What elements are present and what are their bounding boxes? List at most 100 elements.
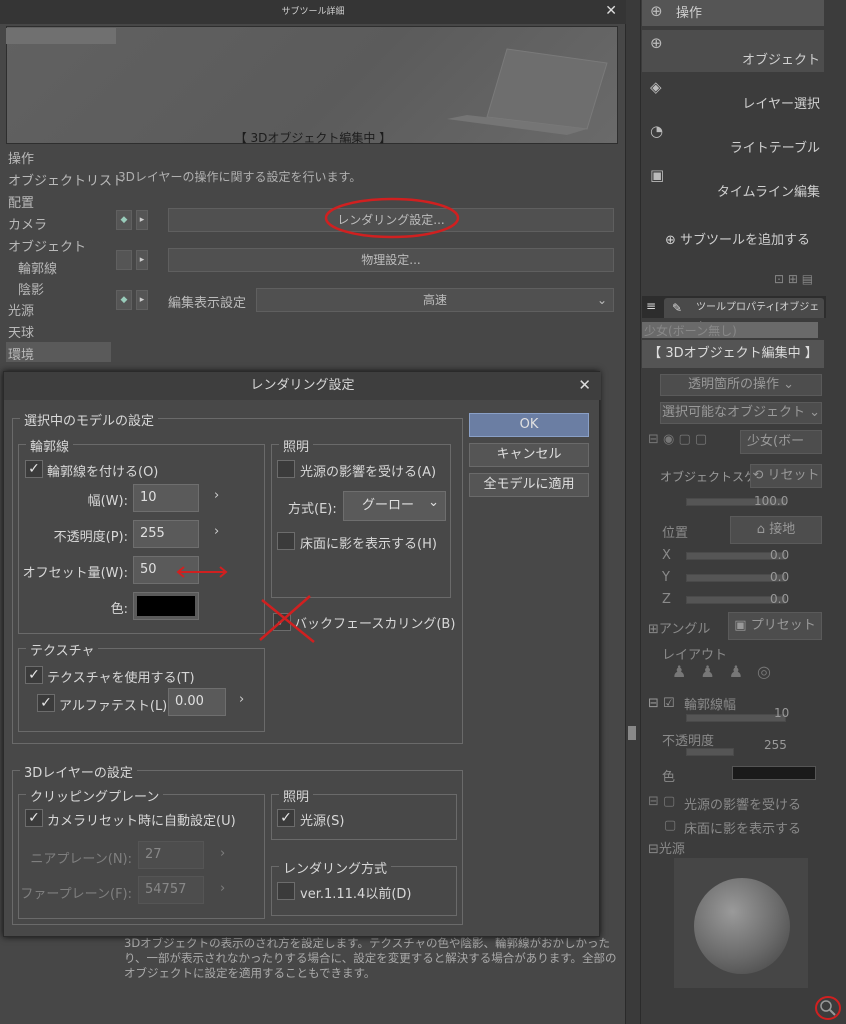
object-row-icons[interactable]: ⊟ ◉ ▢ ▢ [648, 432, 707, 447]
transparent-op-select[interactable]: 透明箇所の操作 ⌄ [660, 374, 822, 396]
alpha-test-checkbox[interactable]: ✓ [37, 694, 55, 712]
method-label: 方式(E): [288, 502, 337, 517]
expand-icon-3[interactable]: ▸ [136, 290, 148, 310]
receive-light-checkbox[interactable] [277, 460, 295, 478]
link-icon[interactable]: ◆ [116, 210, 132, 230]
tool-light-table[interactable]: ◔ ライトテーブル [642, 118, 824, 160]
opacity-slider[interactable] [686, 748, 734, 756]
layout-buttons[interactable]: ♟♟♟◎ [672, 662, 785, 681]
x-label: X [662, 548, 671, 563]
edit-display-label: 編集表示設定 [168, 296, 247, 311]
tool-layer-select[interactable]: ◈ レイヤー選択 [642, 74, 824, 116]
window-close-button[interactable]: ✕ [605, 3, 617, 19]
splitter-handle[interactable] [628, 726, 636, 740]
legacy-checkbox[interactable] [277, 882, 295, 900]
legacy-label: ver.1.11.4以前(D) [300, 887, 412, 902]
method-select[interactable]: グーロー ⌄ [343, 491, 446, 521]
model-settings-title: 選択中のモデルの設定 [20, 410, 159, 429]
opacity-arrow[interactable]: › [214, 524, 219, 539]
alpha-input[interactable]: 0.00 [168, 688, 226, 716]
category-light-source[interactable]: 光源 [8, 300, 34, 319]
category-outline[interactable]: 輪郭線 [18, 258, 57, 277]
color-button[interactable] [133, 592, 199, 620]
add-subtool-button[interactable]: ⊕ サブツールを追加する [665, 229, 810, 248]
y-value[interactable]: 0.0 [770, 570, 789, 584]
auto-camera-label: カメラリセット時に自動設定(U) [47, 814, 236, 829]
category-sky[interactable]: 天球 [8, 322, 34, 341]
use-texture-checkbox[interactable]: ✓ [25, 666, 43, 684]
category-object-list[interactable]: オブジェクトリスト [8, 170, 125, 189]
transparent-op-label: 透明箇所の操作 [687, 377, 779, 392]
category-camera[interactable]: カメラ [8, 214, 47, 233]
alpha-arrow[interactable]: › [239, 692, 244, 707]
floor-shadow-checkbox[interactable]: ▢ [664, 818, 676, 833]
light-source-checkbox[interactable]: ✓ [277, 809, 295, 827]
outline-width-checkbox[interactable]: ⊟ ☑ [648, 696, 675, 711]
selectable-object-select[interactable]: 選択可能なオブジェクト ⌄ [660, 402, 822, 424]
tool-operation[interactable]: ⊕ 操作 [642, 0, 824, 26]
width-arrow[interactable]: › [214, 488, 219, 503]
physics-settings-button[interactable]: 物理設定... [168, 248, 614, 272]
light-sphere[interactable] [694, 878, 790, 974]
reset-button[interactable]: ⟲ リセット [750, 464, 822, 488]
light-table-icon: ◔ [650, 122, 664, 140]
floor-shadow-checkbox[interactable] [277, 532, 295, 550]
expand-icon[interactable]: ▸ [136, 210, 148, 230]
dialog-title: レンダリング設定 [4, 372, 601, 400]
far-plane-label: ファープレーン(F): [20, 887, 132, 902]
z-value[interactable]: 0.0 [770, 592, 789, 606]
menu-icon[interactable]: ≡ [646, 299, 656, 313]
tool-label-object: オブジェクト [741, 53, 820, 68]
cancel-button[interactable]: キャンセル [469, 443, 589, 467]
tool-timeline-edit[interactable]: ▣ タイムライン編集 [642, 162, 824, 204]
category-environment[interactable]: 環境 [8, 344, 34, 363]
ok-button[interactable]: OK [469, 413, 589, 437]
operation-icon: ⊕ [650, 2, 663, 20]
receive-light-checkbox[interactable]: ⊟ ▢ [648, 794, 675, 809]
preset-button[interactable]: ▣ プリセット [728, 612, 822, 640]
red-circle-annotation [324, 197, 460, 239]
tool-property-tab[interactable]: ✎ ツールプロパティ[オブジェクト] [664, 298, 824, 333]
near-plane-input[interactable]: 27 [138, 841, 204, 869]
category-shading[interactable]: 陰影 [18, 279, 44, 298]
width-input[interactable]: 10 [133, 484, 199, 512]
ground-button[interactable]: ⌂ 接地 [730, 516, 822, 544]
far-plane-arrow[interactable]: › [220, 881, 225, 896]
opacity-value[interactable]: 255 [764, 738, 787, 752]
apply-all-button[interactable]: 全モデルに適用 [469, 473, 589, 497]
texture-group-title: テクスチャ [26, 640, 99, 659]
category-operation[interactable]: 操作 [8, 148, 34, 167]
link-icon-3[interactable]: ◆ [116, 290, 132, 310]
x-value[interactable]: 0.0 [770, 548, 789, 562]
opacity-input[interactable]: 255 [133, 520, 199, 548]
object-select[interactable]: 少女(ボー [740, 430, 822, 454]
object-cursor-icon: ⊕ [650, 34, 663, 52]
expand-icon-2[interactable]: ▸ [136, 250, 148, 270]
render-method-title: レンダリング方式 [279, 858, 392, 877]
outline-width-slider[interactable] [686, 714, 786, 722]
tool-label-light-table: ライトテーブル [729, 141, 820, 156]
color-swatch[interactable] [732, 766, 816, 780]
method-value: グーロー [362, 498, 415, 513]
dialog-close-button[interactable]: ✕ [578, 376, 591, 394]
angle-text: アングル [658, 622, 711, 637]
laptop-preview-icon [447, 48, 608, 135]
chevron-down-icon: ⌄ [428, 495, 439, 510]
apply-outline-checkbox[interactable]: ✓ [25, 460, 43, 478]
position-label: 位置 [662, 526, 689, 541]
zoom-icon[interactable] [814, 994, 844, 1022]
outline-width-value[interactable]: 10 [774, 706, 789, 720]
auto-camera-checkbox[interactable]: ✓ [25, 809, 43, 827]
link-icon-2[interactable] [116, 250, 132, 270]
tool-object[interactable]: ⊕ オブジェクト [642, 30, 824, 72]
category-placement[interactable]: 配置 [8, 192, 34, 211]
far-plane-input[interactable]: 54757 [138, 876, 204, 904]
category-object[interactable]: オブジェクト [8, 236, 86, 255]
lighting2-group-title: 照明 [279, 786, 314, 805]
subtool-panel-icons[interactable]: ⊡ ⊞ ▤ [774, 272, 813, 286]
preview-tab [6, 28, 116, 44]
scale-value[interactable]: 100.0 [754, 494, 788, 508]
layer-select-icon: ◈ [650, 78, 662, 96]
edit-display-select[interactable]: 高速 ⌄ [256, 288, 614, 312]
near-plane-arrow[interactable]: › [220, 846, 225, 861]
